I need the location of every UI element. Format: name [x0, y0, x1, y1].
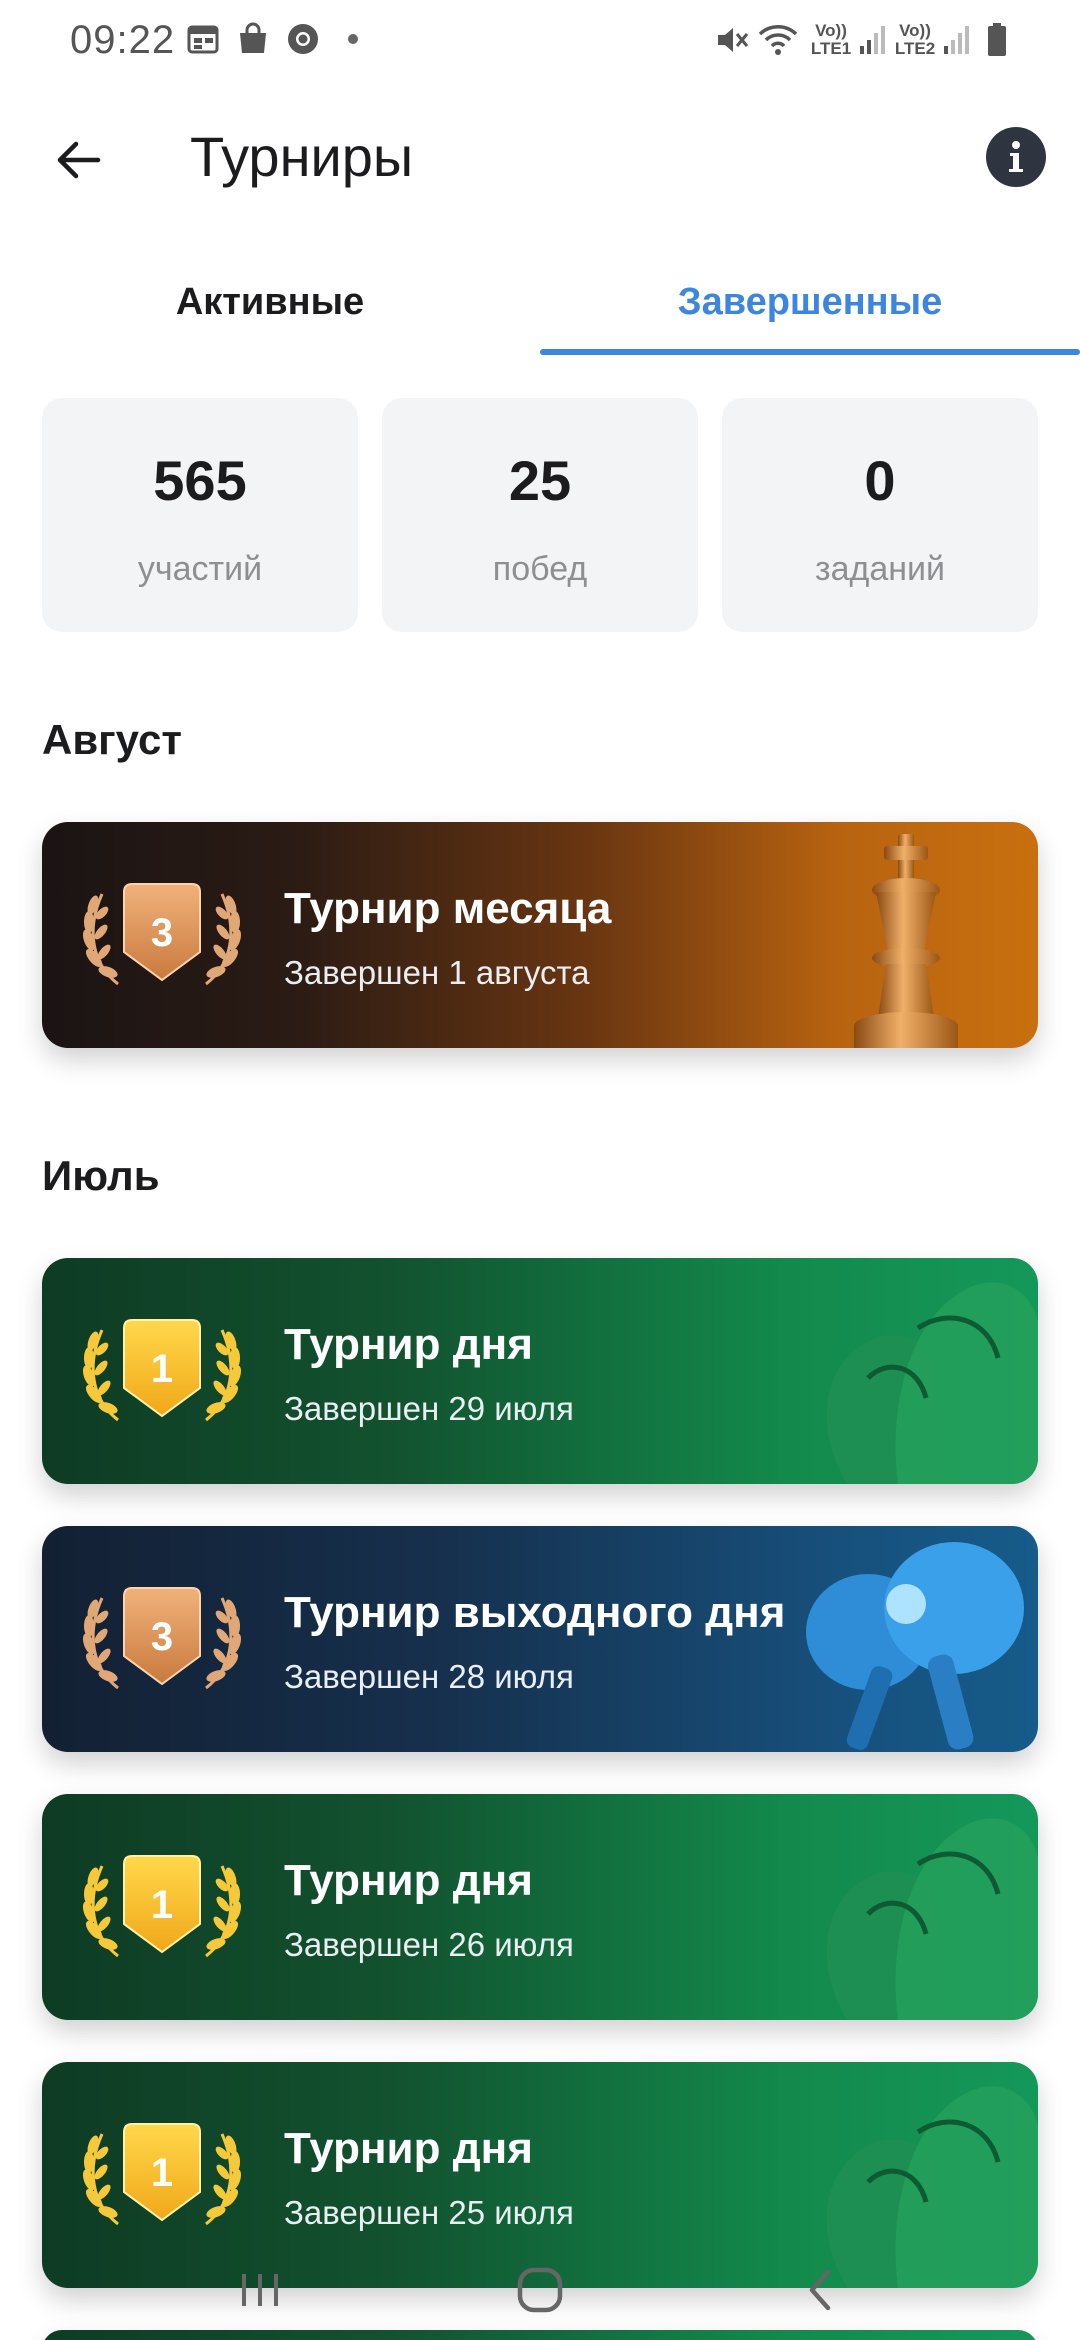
tabs: Активные Завершенные [0, 248, 1080, 356]
boxing-gloves-icon [826, 1282, 1038, 1484]
back-icon [809, 2269, 831, 2311]
home-icon [517, 2267, 563, 2313]
recent-apps-button[interactable] [200, 2254, 320, 2326]
status-time: 09:22 [70, 18, 176, 62]
arrow-left-icon [57, 141, 101, 179]
battery-icon [988, 23, 1006, 56]
chrome-icon [288, 24, 318, 54]
tournament-title: Турнир месяца [284, 884, 612, 933]
info-button[interactable] [986, 127, 1046, 187]
tournament-title: Турнир дня [284, 1320, 533, 1369]
place-number: 1 [151, 1347, 173, 1391]
system-nav-bar [0, 2240, 1080, 2340]
lte2-signal-icon [944, 26, 969, 54]
place-number: 1 [151, 1883, 173, 1927]
stat-card-wins: 25 побед [382, 398, 698, 632]
tournament-date: Завершен 28 июля [284, 1658, 574, 1695]
status-bar: 09:22 Vo)) LTE1 Vo)) LTE2 [0, 0, 1080, 84]
stat-card-tasks: 0 заданий [722, 398, 1038, 632]
bag-icon [240, 22, 266, 53]
stat-label: побед [492, 550, 588, 588]
stat-value: 565 [153, 449, 247, 512]
tournament-date: Завершен 26 июля [284, 1926, 574, 1963]
tournament-date: Завершен 1 августа [284, 954, 590, 991]
chess-king-icon [854, 834, 958, 1048]
info-icon [1009, 141, 1023, 172]
tournament-title: Турнир выходного дня [284, 1588, 786, 1637]
tournament-title: Турнир дня [284, 2124, 533, 2173]
tab-indicator [540, 349, 1080, 355]
boxing-gloves-icon [826, 1818, 1038, 2020]
recent-apps-icon [242, 2274, 278, 2306]
calendar-icon [187, 25, 219, 54]
nav-back-button[interactable] [760, 2254, 880, 2326]
place-number: 1 [151, 2151, 173, 2195]
home-button[interactable] [480, 2254, 600, 2326]
sim2-label: Vo)) LTE2 [894, 21, 936, 58]
back-button[interactable] [40, 122, 116, 198]
sim1-label: Vo)) LTE1 [810, 21, 852, 58]
stat-label: заданий [814, 550, 945, 588]
gold-medal-icon: 1 [79, 2123, 245, 2226]
stat-label: участий [137, 550, 263, 588]
mute-icon [718, 28, 749, 52]
tournament-date: Завершен 25 июля [284, 2194, 574, 2231]
app-header: Турниры [0, 100, 1080, 220]
tournament-title: Турнир дня [284, 1856, 533, 1905]
bronze-medal-icon: 3 [79, 1587, 245, 1690]
notification-dot [348, 34, 358, 44]
tournament-card[interactable]: 3 Турнир месяца Завершен 1 августа [42, 822, 1038, 1048]
stats-row: 565 участий 25 побед 0 заданий [42, 398, 1038, 632]
stat-value: 25 [508, 449, 572, 512]
lte1-signal-icon [860, 26, 885, 54]
stat-value: 0 [864, 449, 896, 512]
place-number: 3 [151, 1615, 173, 1659]
place-number: 3 [151, 911, 173, 955]
tournament-date: Завершен 29 июля [284, 1390, 574, 1427]
tournament-card[interactable]: 1 Турнир дня Завершен 26 июля [42, 1794, 1038, 2020]
tournament-card[interactable]: 1 Турнир дня Завершен 29 июля [42, 1258, 1038, 1484]
section-title: Август [42, 716, 182, 763]
stat-card-participations: 565 участий [42, 398, 358, 632]
ping-pong-icon [806, 1542, 1024, 1750]
wifi-icon [758, 25, 798, 55]
tab-completed[interactable]: Завершенные [540, 248, 1080, 356]
gold-medal-icon: 1 [79, 1855, 245, 1958]
tab-active[interactable]: Активные [0, 248, 540, 356]
page-title: Турниры [190, 125, 414, 188]
bronze-medal-icon: 3 [79, 883, 245, 986]
tournament-card[interactable]: 3 Турнир выходного дня Завершен 28 июля [42, 1526, 1038, 1752]
section-title: Июль [42, 1152, 160, 1199]
gold-medal-icon: 1 [79, 1319, 245, 1422]
